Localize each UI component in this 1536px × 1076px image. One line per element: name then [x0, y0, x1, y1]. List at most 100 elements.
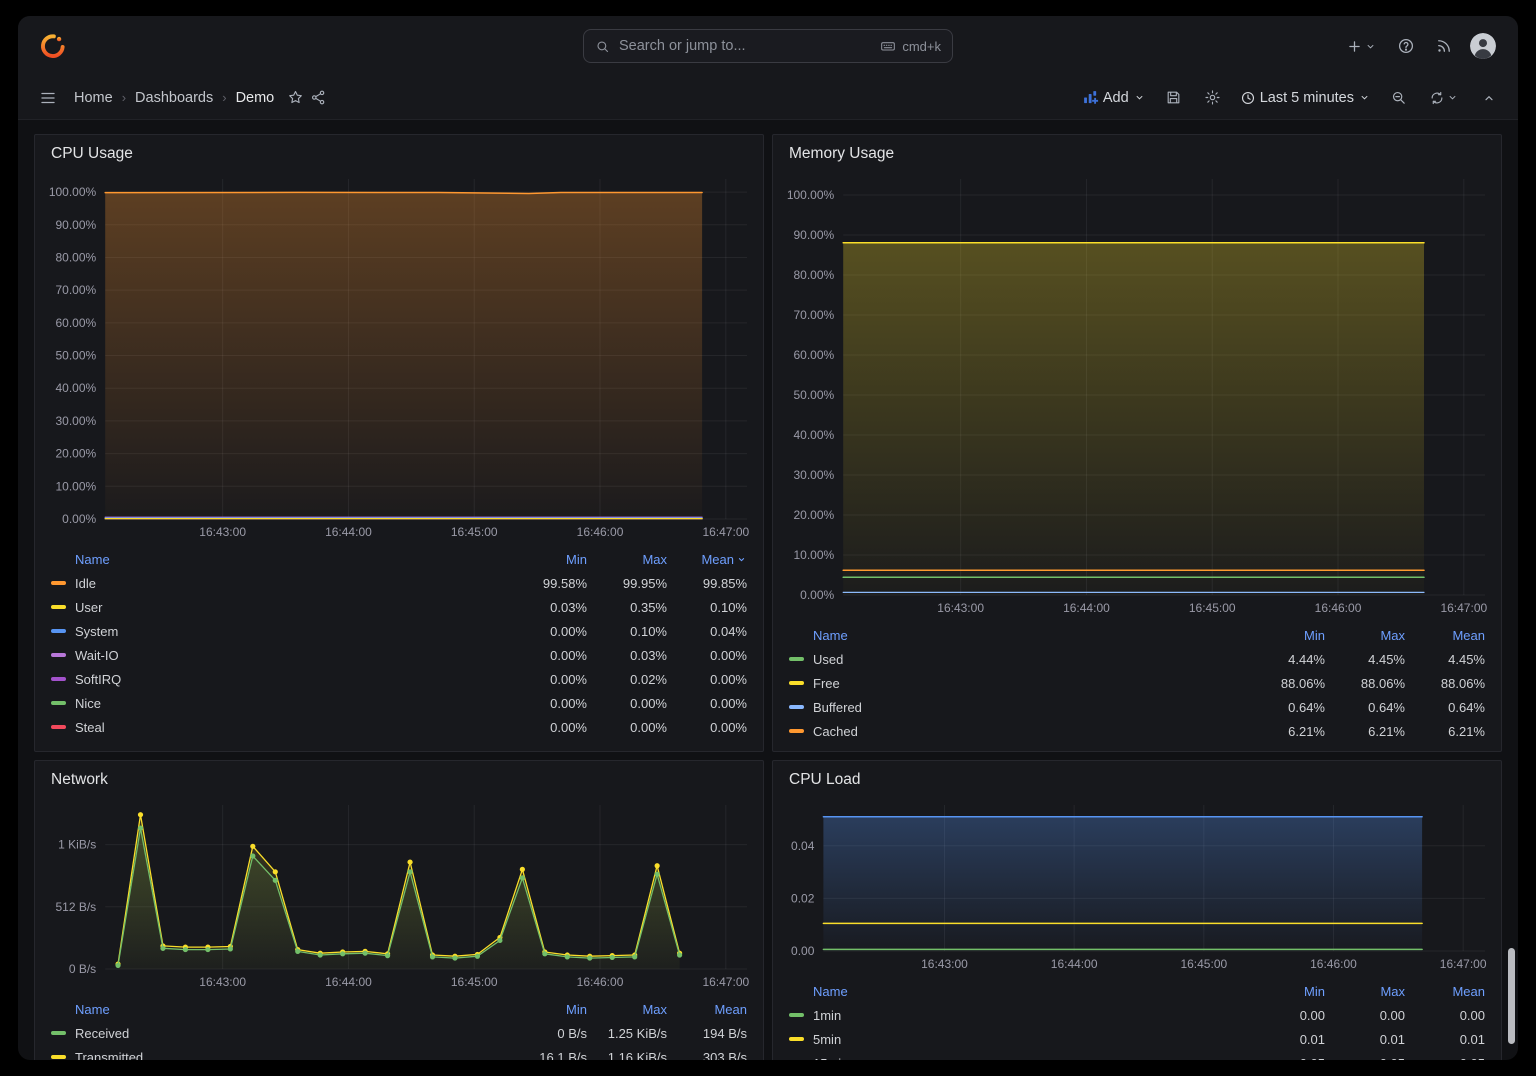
- zoom-out-button[interactable]: [1387, 86, 1410, 109]
- chevron-down-icon: [1364, 40, 1377, 53]
- legend-row-15min: 15min0.050.050.05: [789, 1051, 1485, 1060]
- grafana-window: Search or jump to... cmd+k: [18, 16, 1518, 1060]
- network-chart[interactable]: 0 B/s512 B/s1 KiB/s16:43:0016:44:0016:45…: [45, 797, 753, 993]
- scrollbar-thumb[interactable]: [1508, 948, 1515, 1044]
- legend-header-name[interactable]: Name: [789, 984, 1245, 999]
- legend-header-min[interactable]: Min: [1245, 984, 1325, 999]
- legend-header-min[interactable]: Min: [1245, 628, 1325, 643]
- legend-header-min[interactable]: Min: [507, 552, 587, 567]
- legend-header-min[interactable]: Min: [507, 1002, 587, 1017]
- legend-header-mean[interactable]: Mean: [1405, 984, 1485, 999]
- legend-mean-value: 303 B/s: [667, 1050, 747, 1061]
- add-panel-label: Add: [1103, 90, 1129, 106]
- collapse-toolbar-button[interactable]: [1478, 87, 1500, 109]
- legend-series-label[interactable]: Received: [51, 1026, 507, 1041]
- series-color-swatch: [789, 1013, 804, 1017]
- legend-series-label[interactable]: 1min: [789, 1008, 1245, 1023]
- panel-title[interactable]: Memory Usage: [783, 143, 1491, 171]
- panel-cpu-usage: CPU Usage 0.00%10.00%20.00%30.00%40.00%5…: [34, 134, 764, 752]
- svg-text:80.00%: 80.00%: [793, 268, 834, 282]
- legend-max-value: 4.45%: [1325, 652, 1405, 667]
- share-button[interactable]: [307, 86, 330, 109]
- svg-text:70.00%: 70.00%: [55, 283, 96, 297]
- svg-text:0 B/s: 0 B/s: [69, 962, 96, 976]
- legend-row-cached: Cached6.21%6.21%6.21%: [789, 719, 1485, 743]
- mega-menu-toggle[interactable]: [36, 86, 60, 110]
- memory-usage-chart[interactable]: 0.00%10.00%20.00%30.00%40.00%50.00%60.00…: [783, 171, 1491, 619]
- breadcrumb-separator: ›: [222, 90, 226, 105]
- legend-mean-value: 0.00%: [667, 672, 747, 687]
- user-avatar[interactable]: [1470, 33, 1496, 59]
- panel-title[interactable]: CPU Usage: [45, 143, 753, 171]
- legend-series-label[interactable]: User: [51, 600, 507, 615]
- breadcrumb-dashboards[interactable]: Dashboards: [135, 90, 213, 106]
- legend-header-max[interactable]: Max: [1325, 984, 1405, 999]
- cpu-load-chart[interactable]: 0.000.020.0416:43:0016:44:0016:45:0016:4…: [783, 797, 1491, 975]
- legend-series-label[interactable]: Nice: [51, 696, 507, 711]
- topbar-actions: [1343, 33, 1496, 59]
- breadcrumb-home[interactable]: Home: [74, 90, 113, 106]
- legend-header-mean[interactable]: Mean: [667, 1002, 747, 1017]
- legend-series-label[interactable]: Free: [789, 676, 1245, 691]
- legend-series-label[interactable]: Transmitted: [51, 1050, 507, 1061]
- svg-text:30.00%: 30.00%: [793, 468, 834, 482]
- news-button[interactable]: [1432, 34, 1456, 58]
- svg-text:0.00%: 0.00%: [800, 588, 834, 602]
- legend-header-max[interactable]: Max: [587, 1002, 667, 1017]
- legend-series-label[interactable]: Steal: [51, 720, 507, 735]
- legend-min-value: 4.44%: [1245, 652, 1325, 667]
- legend-series-label[interactable]: Wait-IO: [51, 648, 507, 663]
- legend-row-idle: Idle99.58%99.95%99.85%: [51, 571, 747, 595]
- legend-rows: Used4.44%4.45%4.45%Free88.06%88.06%88.06…: [789, 647, 1485, 743]
- new-button[interactable]: [1343, 35, 1380, 58]
- add-panel-button[interactable]: Add: [1082, 89, 1146, 106]
- panel-cpu-load: CPU Load 0.000.020.0416:43:0016:44:0016:…: [772, 760, 1502, 1060]
- cpu-usage-chart[interactable]: 0.00%10.00%20.00%30.00%40.00%50.00%60.00…: [45, 171, 753, 543]
- legend-max-value: 1.25 KiB/s: [587, 1026, 667, 1041]
- legend-series-label[interactable]: Idle: [51, 576, 507, 591]
- legend-series-label[interactable]: System: [51, 624, 507, 639]
- legend-series-label[interactable]: Buffered: [789, 700, 1245, 715]
- avatar-head: [1479, 39, 1487, 47]
- legend-series-label[interactable]: SoftIRQ: [51, 672, 507, 687]
- menu-icon: [39, 89, 57, 107]
- legend-header-mean[interactable]: Mean: [1405, 628, 1485, 643]
- save-dashboard-button[interactable]: [1162, 86, 1185, 109]
- series-color-swatch: [51, 701, 66, 705]
- legend-row-5min: 5min0.010.010.01: [789, 1027, 1485, 1051]
- legend-series-label[interactable]: 5min: [789, 1032, 1245, 1047]
- svg-text:16:45:00: 16:45:00: [1189, 601, 1236, 615]
- legend-header: Name Min Max Mean: [51, 547, 747, 571]
- legend-min-value: 0.00%: [507, 648, 587, 663]
- legend-header-name[interactable]: Name: [51, 552, 507, 567]
- legend-series-label[interactable]: 15min: [789, 1056, 1245, 1061]
- search-input[interactable]: Search or jump to... cmd+k: [583, 29, 953, 63]
- legend-row-received: Received0 B/s1.25 KiB/s194 B/s: [51, 1021, 747, 1045]
- svg-text:60.00%: 60.00%: [55, 316, 96, 330]
- time-picker-button[interactable]: Last 5 minutes: [1240, 90, 1371, 106]
- chevron-up-icon: [1481, 90, 1497, 106]
- legend-header-max[interactable]: Max: [587, 552, 667, 567]
- chart-area: 0.000.020.0416:43:0016:44:0016:45:0016:4…: [783, 797, 1491, 975]
- legend-series-label[interactable]: Used: [789, 652, 1245, 667]
- legend-header-max[interactable]: Max: [1325, 628, 1405, 643]
- panel-title[interactable]: Network: [45, 769, 753, 797]
- dashboard-settings-button[interactable]: [1201, 86, 1224, 109]
- legend-mean-value: 99.85%: [667, 576, 747, 591]
- legend-row-user: User0.03%0.35%0.10%: [51, 595, 747, 619]
- legend-mean-value: 0.64%: [1405, 700, 1485, 715]
- legend-header-name[interactable]: Name: [51, 1002, 507, 1017]
- toolbar-actions: Add Last 5 minutes: [1082, 86, 1500, 109]
- help-button[interactable]: [1394, 34, 1418, 58]
- favorite-button[interactable]: [284, 86, 307, 109]
- svg-text:16:46:00: 16:46:00: [577, 525, 624, 539]
- zoom-out-icon: [1390, 89, 1407, 106]
- refresh-button[interactable]: [1426, 87, 1462, 109]
- series-color-swatch: [51, 629, 66, 633]
- legend-series-label[interactable]: Cached: [789, 724, 1245, 739]
- grafana-logo[interactable]: [40, 32, 68, 60]
- legend-header-name[interactable]: Name: [789, 628, 1245, 643]
- svg-text:16:44:00: 16:44:00: [1051, 957, 1098, 971]
- panel-title[interactable]: CPU Load: [783, 769, 1491, 797]
- legend-header-mean[interactable]: Mean: [667, 552, 747, 567]
